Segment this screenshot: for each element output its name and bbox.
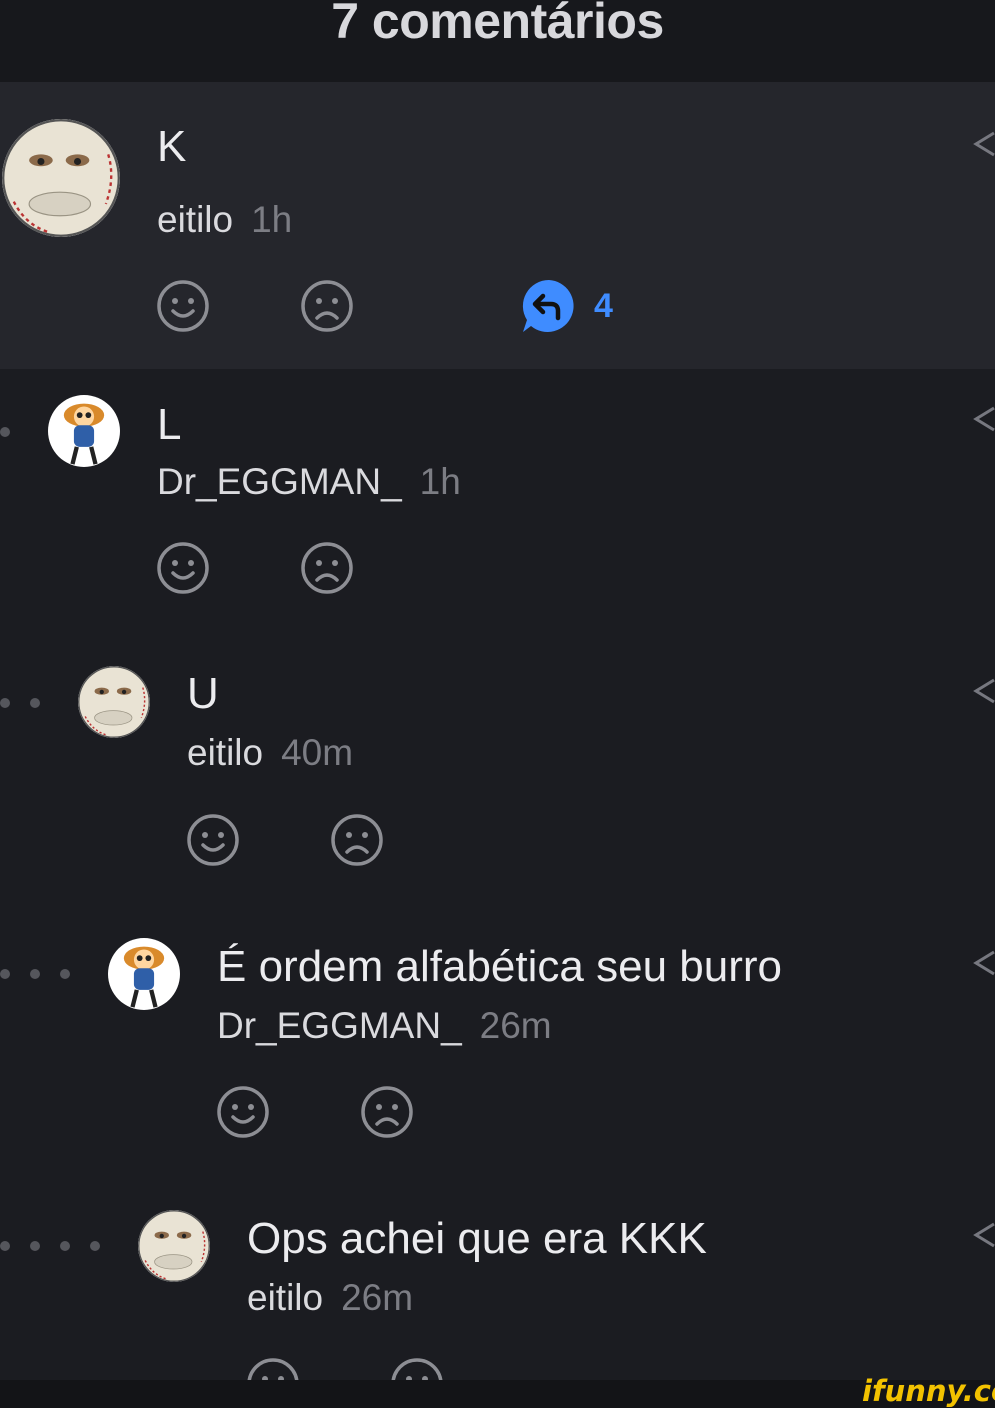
comment-username[interactable]: eitilo <box>247 1277 323 1318</box>
comment-time: 26m <box>479 1005 552 1046</box>
comment-time: 40m <box>281 732 354 773</box>
comment-text: K <box>157 122 187 171</box>
comment-username[interactable]: eitilo <box>187 732 263 773</box>
comment-text: L <box>157 400 182 449</box>
thread-depth-indicator <box>0 698 60 708</box>
frown-icon[interactable] <box>360 1085 414 1139</box>
share-icon[interactable] <box>972 1220 995 1250</box>
bottom-bar <box>0 1380 995 1408</box>
reply-count[interactable]: 4 <box>594 287 613 326</box>
comment-meta: Dr_EGGMAN_ 26m <box>217 1005 552 1047</box>
avatar[interactable] <box>78 666 150 738</box>
comment-item[interactable]: U eitilo 40m <box>0 632 995 905</box>
comment-item[interactable]: É ordem alfabética seu burro Dr_EGGMAN_ 2… <box>0 905 995 1177</box>
comment-item[interactable]: L Dr_EGGMAN_ 1h <box>0 369 995 632</box>
comment-text: É ordem alfabética seu burro <box>217 942 782 991</box>
smile-icon[interactable] <box>156 279 210 333</box>
comment-time: 1h <box>251 199 293 240</box>
thread-depth-indicator <box>0 969 90 979</box>
comments-header: 7 comentários <box>0 0 995 82</box>
comments-count-title: 7 comentários <box>331 0 664 49</box>
comment-item[interactable]: Ops achei que era KKK eitilo 26m <box>0 1177 995 1408</box>
smile-icon[interactable] <box>186 813 240 867</box>
thread-depth-indicator <box>0 1241 120 1251</box>
comment-username[interactable]: eitilo <box>157 199 233 240</box>
comment-meta: eitilo 26m <box>247 1277 413 1319</box>
avatar[interactable] <box>108 938 180 1010</box>
avatar[interactable] <box>48 395 120 467</box>
comment-text: Ops achei que era KKK <box>247 1214 707 1263</box>
frown-icon[interactable] <box>300 279 354 333</box>
comment-item[interactable]: K eitilo 1h 4 <box>0 82 995 369</box>
reply-bubble-icon[interactable] <box>521 278 577 334</box>
comment-meta: eitilo 40m <box>187 732 353 774</box>
smile-icon[interactable] <box>156 541 210 595</box>
share-icon[interactable] <box>972 676 995 706</box>
share-icon[interactable] <box>972 404 995 434</box>
comment-meta: Dr_EGGMAN_ 1h <box>157 461 461 503</box>
comment-time: 26m <box>341 1277 414 1318</box>
comment-username[interactable]: Dr_EGGMAN_ <box>217 1005 462 1046</box>
share-icon[interactable] <box>972 948 995 978</box>
thread-depth-indicator <box>0 427 30 437</box>
avatar[interactable] <box>138 1210 210 1282</box>
comment-time: 1h <box>419 461 461 502</box>
ifunny-watermark: ifunny.co <box>862 1374 995 1408</box>
comment-meta: eitilo 1h <box>157 199 292 241</box>
comment-username[interactable]: Dr_EGGMAN_ <box>157 461 402 502</box>
smile-icon[interactable] <box>216 1085 270 1139</box>
frown-icon[interactable] <box>300 541 354 595</box>
comment-text: U <box>187 669 219 718</box>
frown-icon[interactable] <box>330 813 384 867</box>
share-icon[interactable] <box>972 129 995 159</box>
avatar[interactable] <box>2 119 120 237</box>
